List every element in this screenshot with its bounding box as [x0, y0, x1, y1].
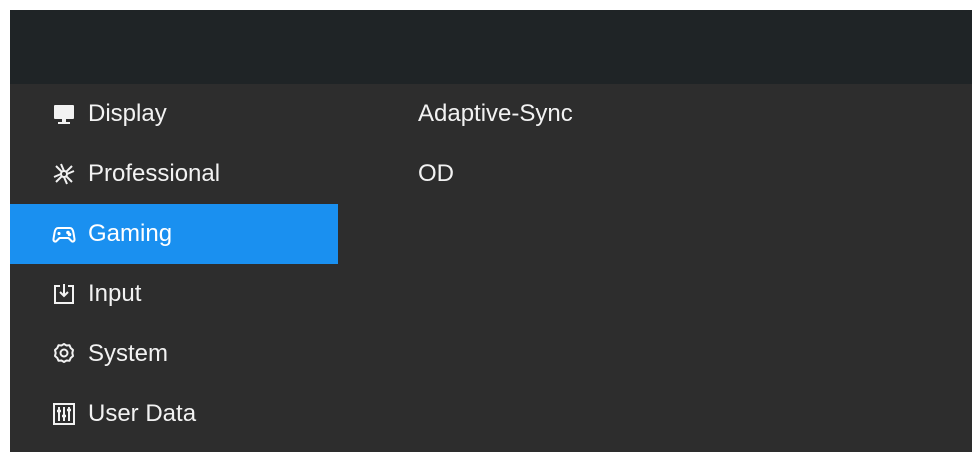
monitor-icon: [52, 102, 76, 126]
osd-header-bar: [10, 10, 972, 84]
input-icon: [52, 282, 76, 306]
gear-icon: [52, 342, 76, 366]
menu-item-display[interactable]: Display: [10, 84, 338, 144]
menu-item-user-data[interactable]: User Data: [10, 384, 338, 444]
submenu-item-label: Adaptive-Sync: [418, 100, 573, 127]
osd-menu: Display Professional Gaming Input System…: [10, 10, 972, 452]
submenu-item-adaptive-sync[interactable]: Adaptive-Sync: [338, 84, 972, 144]
menu-item-label: Professional: [88, 160, 221, 187]
gamepad-icon: [52, 222, 76, 246]
menu-item-input[interactable]: Input: [10, 264, 338, 324]
aperture-icon: [52, 162, 76, 186]
menu-item-professional[interactable]: Professional: [10, 144, 338, 204]
sliders-icon: [52, 402, 76, 426]
submenu-item-label: OD: [418, 160, 454, 187]
menu-item-label: System: [88, 340, 169, 367]
menu-item-label: Input: [88, 280, 142, 307]
menu-item-system[interactable]: System: [10, 324, 338, 384]
menu-item-label: User Data: [88, 400, 197, 427]
gaming-submenu: Adaptive-Sync OD: [338, 84, 972, 452]
menu-item-label: Gaming: [88, 220, 173, 247]
menu-item-label: Display: [88, 100, 167, 127]
menu-item-gaming[interactable]: Gaming: [10, 204, 338, 264]
submenu-item-od[interactable]: OD: [338, 144, 972, 204]
main-menu: Display Professional Gaming Input System…: [10, 84, 338, 452]
